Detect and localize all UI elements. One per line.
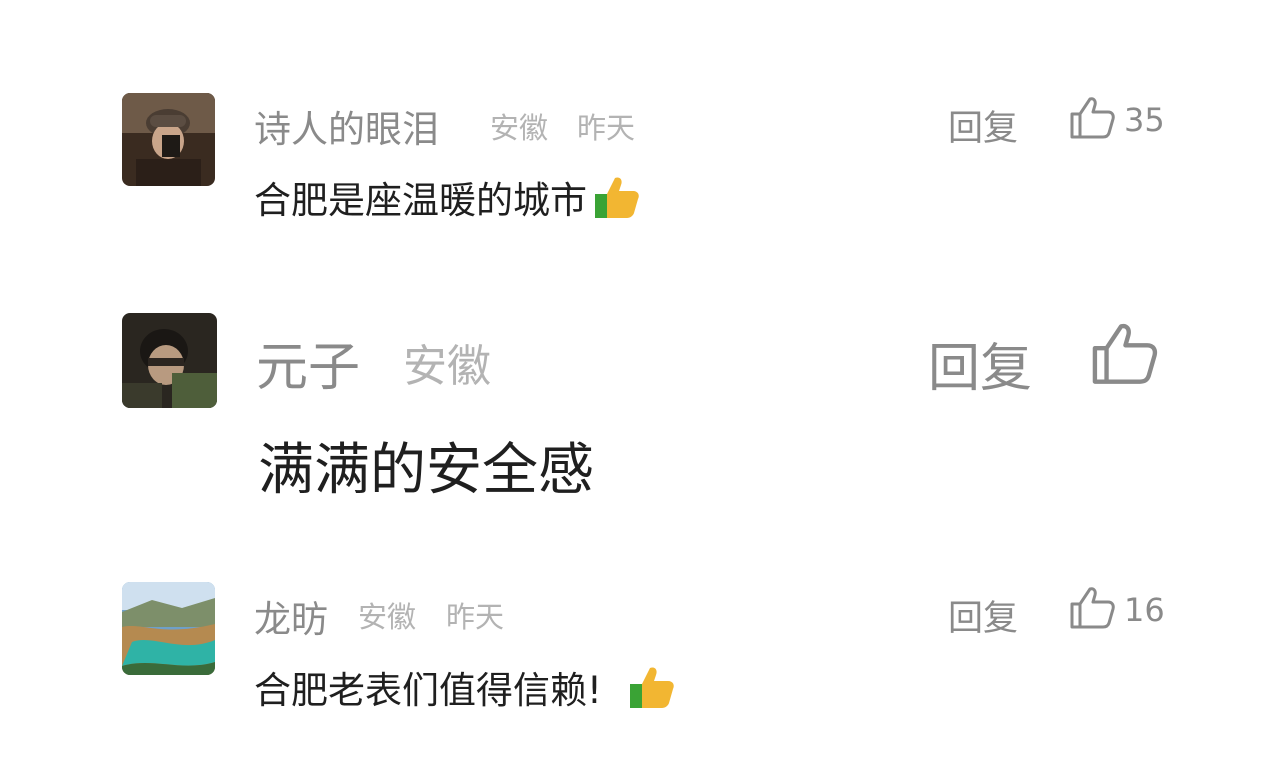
thumbs-up-emoji-icon	[593, 174, 641, 220]
location: 安徽	[358, 600, 417, 634]
username[interactable]: 龙昉	[254, 589, 328, 643]
like-button[interactable]	[1089, 322, 1159, 390]
thumbs-up-icon	[1089, 322, 1159, 390]
comment-text: 合肥是座温暖的城市	[254, 170, 641, 224]
timestamp: 昨天	[577, 111, 636, 145]
location: 安徽	[403, 341, 491, 392]
avatar-image	[122, 582, 215, 675]
comment-text-content: 满满的安全感	[258, 438, 594, 503]
avatar[interactable]	[122, 582, 215, 675]
comment-text-content: 合肥是座温暖的城市	[254, 179, 587, 222]
avatar-image	[122, 93, 215, 186]
comment-text: 合肥老表们值得信赖!	[254, 660, 676, 714]
timestamp: 昨天	[446, 600, 505, 634]
like-count: 16	[1124, 591, 1165, 629]
like-count: 35	[1124, 101, 1165, 139]
comment-text-content: 合肥老表们值得信赖!	[254, 669, 602, 712]
reply-button[interactable]: 回复	[948, 100, 1018, 151]
avatar[interactable]	[122, 93, 215, 186]
thumbs-up-emoji-icon	[628, 664, 676, 710]
reply-button[interactable]: 回复	[948, 590, 1018, 641]
username[interactable]: 元子	[256, 325, 360, 400]
like-button[interactable]: 16	[1068, 586, 1165, 634]
like-button[interactable]: 35	[1068, 96, 1165, 144]
avatar[interactable]	[122, 313, 217, 408]
location: 安徽	[490, 111, 549, 145]
thumbs-up-icon	[1068, 586, 1116, 634]
avatar-image	[122, 313, 217, 408]
username[interactable]: 诗人的眼泪	[254, 99, 439, 153]
thumbs-up-icon	[1068, 96, 1116, 144]
reply-button[interactable]: 回复	[928, 326, 1032, 401]
comment-text: 满满的安全感	[258, 425, 594, 506]
